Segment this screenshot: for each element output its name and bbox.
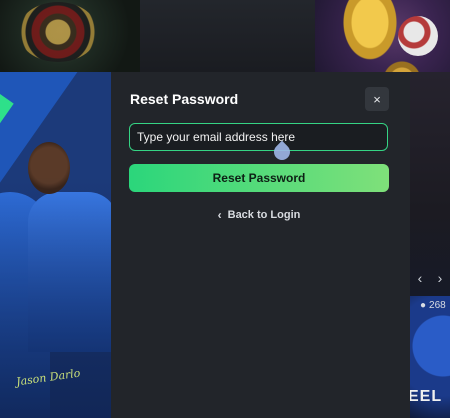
chevron-left-icon[interactable]: ‹ <box>418 270 423 286</box>
chevron-left-icon: ‹ <box>217 208 222 222</box>
carousel-nav: ‹ › <box>410 264 450 292</box>
reset-password-modal: Jason Darlo Reset Password × Reset Passw… <box>0 72 410 418</box>
close-button[interactable]: × <box>365 87 389 111</box>
player-count-value: 268 <box>429 300 446 311</box>
trophy-image <box>340 0 400 64</box>
player-count: ● 268 <box>420 300 446 311</box>
game-tile[interactable] <box>140 0 315 72</box>
email-input[interactable] <box>129 123 388 151</box>
reset-password-button[interactable]: Reset Password <box>129 164 389 192</box>
back-to-login-link[interactable]: ‹ Back to Login <box>129 206 389 224</box>
roulette-game-tile[interactable] <box>0 0 140 72</box>
close-icon: × <box>373 91 381 107</box>
chevron-right-icon[interactable]: › <box>438 270 443 286</box>
user-icon: ● <box>420 300 427 311</box>
modal-title: Reset Password <box>130 91 239 107</box>
football-image <box>398 16 438 56</box>
promo-shade <box>0 72 111 418</box>
reset-form-panel: Reset Password × Reset Password ‹ Back t… <box>111 72 410 418</box>
roulette-wheel-image <box>18 2 98 62</box>
wheel-game-label: EEL <box>408 388 443 405</box>
promo-image: Jason Darlo <box>0 72 111 418</box>
back-to-login-label: Back to Login <box>227 209 301 221</box>
